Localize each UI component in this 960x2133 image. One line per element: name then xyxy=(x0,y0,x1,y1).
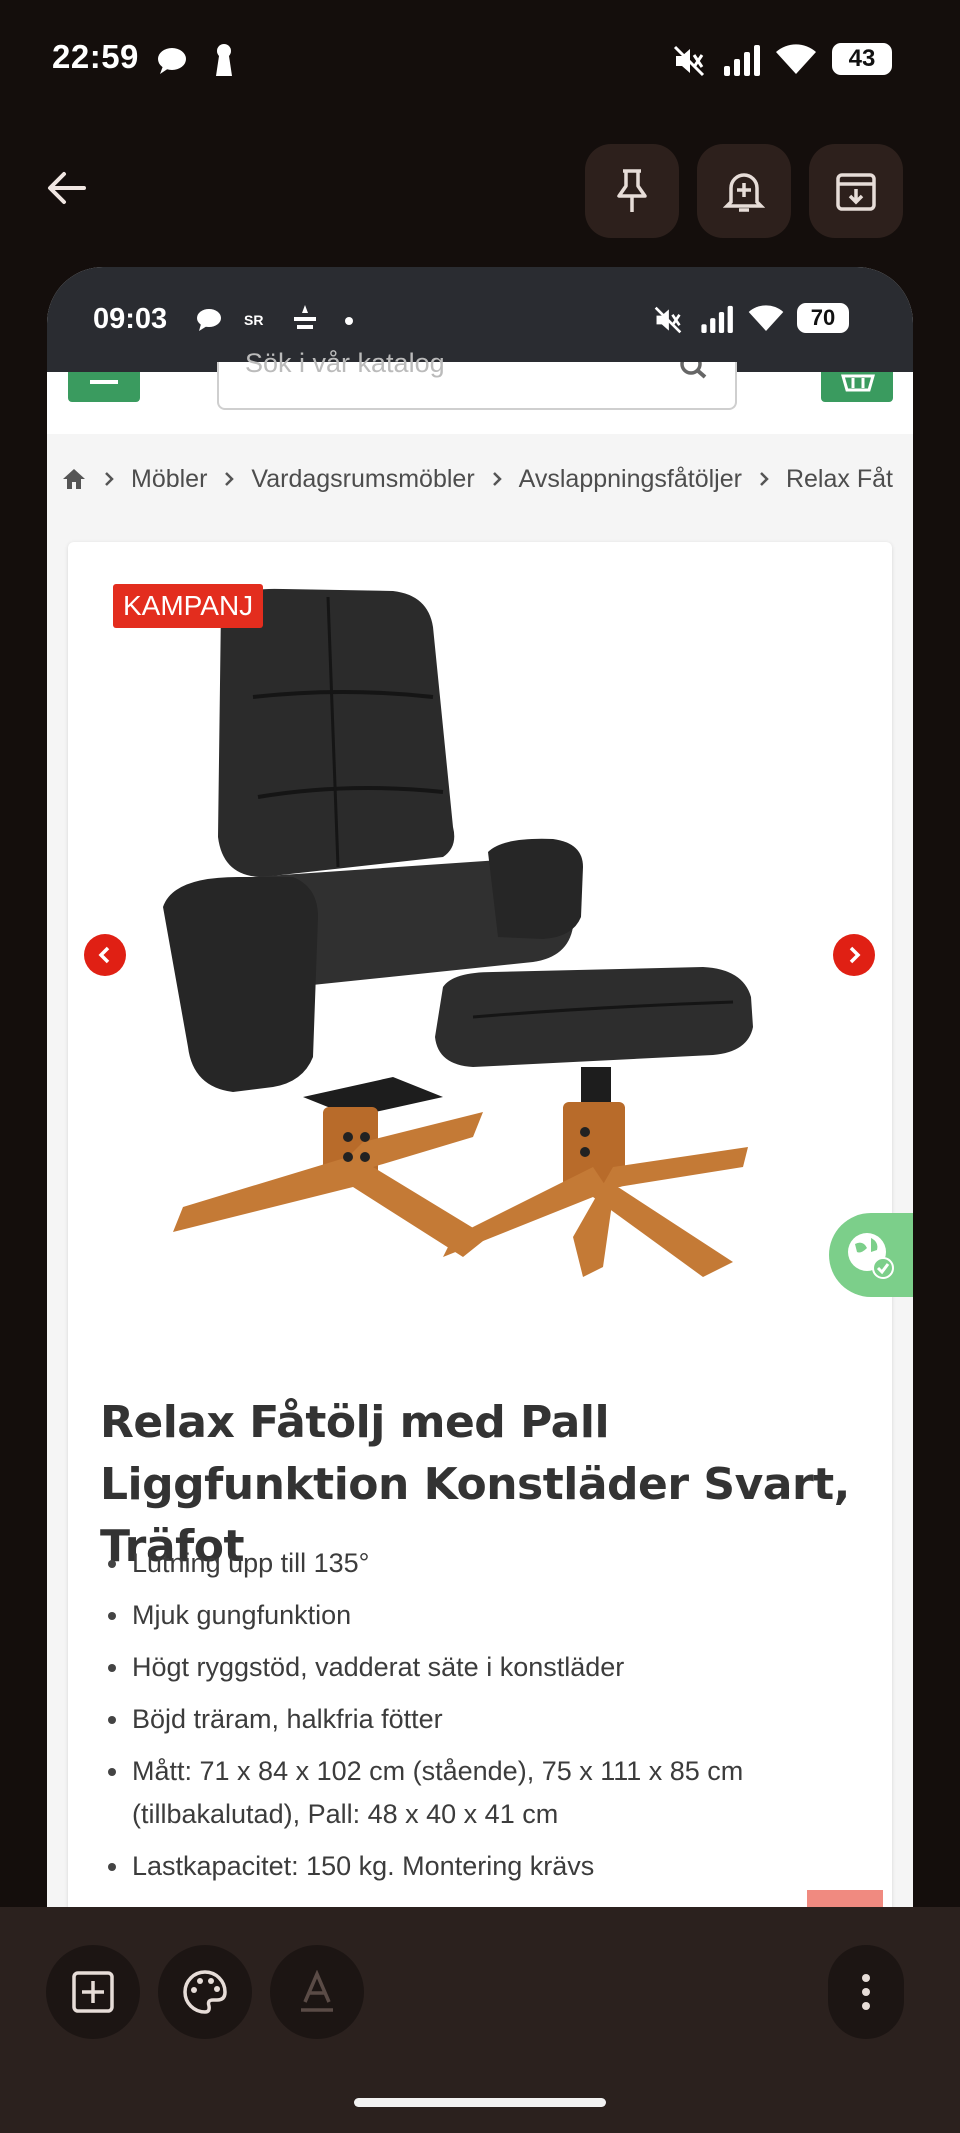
mute-icon xyxy=(673,45,705,77)
bell-plus-icon xyxy=(723,173,765,212)
battery-indicator: 43 xyxy=(832,43,892,75)
product-card: KAMPANJ Relax Fåtölj med Pall Liggfunkti… xyxy=(68,542,892,1907)
menu-button[interactable] xyxy=(68,372,140,402)
pin-icon xyxy=(617,169,647,212)
language-button[interactable] xyxy=(829,1213,913,1297)
back-button[interactable] xyxy=(38,160,94,216)
campaign-badge: KAMPANJ xyxy=(113,584,264,628)
breadcrumb-separator xyxy=(491,470,503,488)
cart-button[interactable] xyxy=(821,372,893,402)
search-input[interactable]: Sök i vår katalog xyxy=(217,348,737,410)
menu-icon xyxy=(90,380,118,384)
breadcrumb-separator xyxy=(103,470,115,488)
wifi-icon xyxy=(748,305,784,331)
carousel-next-button[interactable] xyxy=(833,934,875,976)
signal-icon xyxy=(724,45,760,76)
basket-icon xyxy=(841,374,875,392)
chevron-right-icon xyxy=(492,472,502,486)
feature-item: Mjuk gungfunktion xyxy=(100,1594,870,1637)
inner-status-bar: 09:03 SR 70 xyxy=(47,267,913,372)
breadcrumb-item[interactable]: Vardagsrumsmöbler xyxy=(251,465,474,494)
chat-bubble-icon xyxy=(197,309,221,331)
text-format-button[interactable] xyxy=(270,1945,364,2039)
more-options-button[interactable] xyxy=(828,1945,904,2039)
bottom-toolbar xyxy=(0,1907,960,2133)
status-time: 22:59 xyxy=(52,38,139,75)
status-bar: 22:59 43 xyxy=(0,0,960,118)
feature-list: Lutning upp till 135° Mjuk gungfunktion … xyxy=(100,1542,870,1897)
globe-check-icon xyxy=(848,1233,894,1279)
breadcrumb-item[interactable]: Möbler xyxy=(131,465,207,494)
screenshot-preview: 09:03 SR 70 Sök i vår katalog Möbler Var… xyxy=(47,267,913,1907)
reminder-button[interactable] xyxy=(697,144,791,238)
arrow-left-icon xyxy=(48,172,86,204)
site-header: Sök i vår katalog xyxy=(47,348,913,434)
wifi-icon xyxy=(776,44,816,74)
app-notification-icon: SR xyxy=(244,312,263,328)
chevron-right-icon xyxy=(760,472,769,486)
text-format-icon xyxy=(301,1970,333,2012)
breadcrumb-separator xyxy=(758,470,770,488)
breadcrumb-current: Relax Fåt xyxy=(785,464,893,493)
product-image xyxy=(163,588,753,1277)
chevron-right-icon xyxy=(225,472,235,486)
battery-level: 43 xyxy=(848,45,876,72)
palette-button[interactable] xyxy=(158,1945,252,2039)
carousel-prev-button[interactable] xyxy=(84,934,126,976)
pin-button[interactable] xyxy=(585,144,679,238)
feature-item: Högt ryggstöd, vadderat säte i konstläde… xyxy=(100,1646,870,1689)
svg-text:SR: SR xyxy=(244,312,263,328)
gesture-handle xyxy=(354,2098,606,2107)
palette-icon xyxy=(183,1970,227,2014)
inner-battery-indicator: 70 xyxy=(797,303,849,333)
search-icon xyxy=(680,362,707,379)
search-placeholder: Sök i vår katalog xyxy=(245,348,445,378)
inner-battery-level: 70 xyxy=(810,305,836,330)
add-box-icon xyxy=(72,1971,114,2013)
breadcrumb-item[interactable]: Avslappningsfåtöljer xyxy=(519,465,742,494)
mute-icon xyxy=(654,306,682,334)
feature-item: Lutning upp till 135° xyxy=(100,1542,870,1585)
chat-bubble-icon xyxy=(158,48,186,74)
archive-icon xyxy=(836,173,876,211)
app-logo-icon xyxy=(294,305,316,329)
keyhole-icon xyxy=(216,44,232,76)
signal-icon xyxy=(701,305,733,333)
more-vert-icon xyxy=(862,1974,870,2010)
chevron-right-icon xyxy=(849,946,861,964)
feedback-tab[interactable] xyxy=(807,1890,883,1907)
breadcrumb: Möbler Vardagsrumsmöbler Avslappningsfåt… xyxy=(47,434,913,524)
dot-icon xyxy=(345,317,353,325)
feature-item: Böjd träram, halkfria fötter xyxy=(100,1698,870,1741)
chevron-left-icon xyxy=(98,946,110,964)
archive-button[interactable] xyxy=(809,144,903,238)
breadcrumb-separator xyxy=(223,470,235,488)
add-button[interactable] xyxy=(46,1945,140,2039)
feature-item: Mått: 71 x 84 x 102 cm (stående), 75 x 1… xyxy=(100,1750,870,1836)
home-icon[interactable] xyxy=(61,467,87,491)
chevron-right-icon xyxy=(105,472,114,486)
feature-item: Lastkapacitet: 150 kg. Montering krävs xyxy=(100,1845,870,1888)
inner-status-time: 09:03 xyxy=(93,303,168,335)
